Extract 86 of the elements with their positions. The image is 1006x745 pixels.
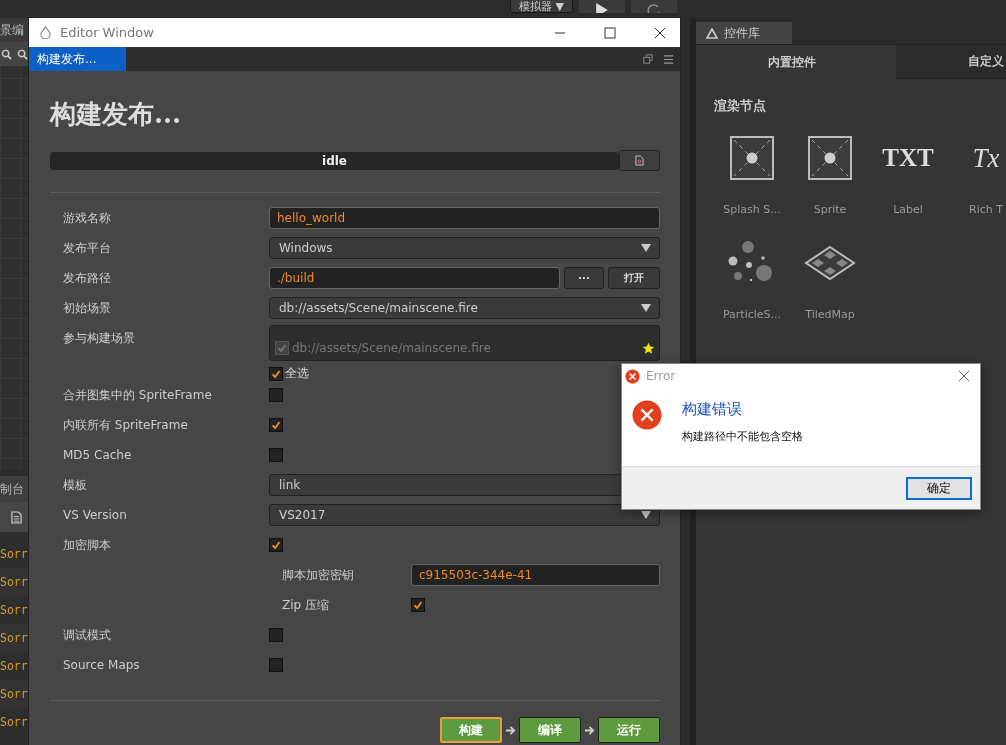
checkbox[interactable] [269, 628, 283, 642]
field-label: 加密脚本 [63, 537, 112, 554]
maximize-icon[interactable] [604, 26, 616, 39]
droplet-icon [39, 26, 52, 39]
field-label: Zip 压缩 [282, 597, 330, 614]
node-label: Splash S... [723, 203, 781, 216]
caret-icon[interactable] [641, 244, 651, 252]
tilemap-icon[interactable] [804, 245, 856, 281]
log-line: Sorr [0, 687, 28, 701]
close-icon[interactable] [654, 26, 666, 39]
log-button[interactable] [619, 150, 660, 171]
field-label: 合并图集中的 SpriteFrame [63, 387, 213, 404]
checkbox[interactable] [275, 341, 289, 355]
zoom-icon[interactable] [1, 48, 12, 60]
checkbox[interactable] [269, 448, 283, 462]
dropdown[interactable]: Windows [269, 237, 660, 259]
dialog-title: Error [646, 369, 676, 383]
sprite-icon[interactable] [730, 136, 774, 180]
simulator-dropdown[interactable]: 模拟器 ▼ [510, 0, 573, 13]
text-field[interactable]: hello_world [269, 207, 660, 229]
checkbox[interactable] [269, 658, 283, 672]
text-field[interactable]: c915503c-344e-41 [411, 564, 660, 586]
node-label: ParticleS... [722, 308, 782, 321]
log-line: Sorr [0, 575, 28, 589]
checkbox[interactable] [269, 366, 283, 381]
close-icon[interactable] [958, 370, 970, 382]
log-line: Sorr [0, 603, 28, 617]
field-label: 初始场景 [63, 300, 112, 317]
log-line: Sorr [0, 547, 28, 561]
file-icon [635, 155, 644, 166]
field-label: 内联所有 SpriteFrame [63, 417, 189, 434]
window-title: Editor Window [60, 25, 154, 40]
error-icon [625, 368, 640, 384]
path-field[interactable]: ./build [269, 267, 560, 289]
field-label: 发布平台 [63, 240, 112, 257]
caret-icon[interactable] [641, 304, 651, 312]
field-label: 调试模式 [63, 627, 112, 644]
dialog-message: 构建路径中不能包含空格 [682, 429, 803, 444]
status-bar: idle [50, 151, 619, 170]
window-tab[interactable]: 构建发布... [29, 47, 126, 71]
menu-icon[interactable] [663, 53, 674, 65]
panel-title: 景编 [0, 21, 24, 39]
field-label: VS Version [63, 507, 128, 524]
section-title: 渲染节点 [714, 97, 767, 115]
field-label: 模板 [63, 477, 88, 494]
dropdown[interactable]: VS2017 [269, 504, 660, 526]
node-label: Rich T [969, 203, 1003, 216]
search-icon[interactable] [17, 48, 28, 60]
panel-tab[interactable]: 控件库 [696, 22, 792, 44]
text-icon[interactable]: TXT [882, 144, 934, 172]
field-label: 参与构建场景 [63, 330, 136, 347]
field-label: Source Maps [63, 657, 141, 674]
path-button[interactable]: 打开 [608, 267, 660, 289]
checkbox[interactable] [269, 418, 283, 432]
field-label: 发布路径 [63, 270, 112, 287]
checkbox[interactable] [269, 538, 283, 552]
arrow-icon [584, 724, 595, 736]
refresh-icon[interactable] [646, 3, 661, 13]
ok-button[interactable]: 确定 [906, 476, 972, 500]
sprite-icon[interactable] [808, 136, 852, 180]
checkbox[interactable] [269, 388, 283, 402]
node-label: Sprite [813, 203, 847, 216]
node-label: Label [893, 203, 923, 216]
text-icon[interactable]: Tx [972, 142, 1000, 174]
field-label: 脚本加密密钥 [282, 567, 355, 584]
page-heading: 构建发布... [50, 98, 183, 131]
error-icon [632, 400, 662, 430]
log-line: Sorr [0, 715, 28, 729]
select-all-label: 全选 [285, 365, 309, 382]
play-icon[interactable] [594, 3, 609, 13]
checkbox[interactable] [411, 598, 425, 612]
triangle-icon [706, 27, 718, 39]
field-label: MD5 Cache [63, 447, 133, 464]
popout-icon[interactable] [643, 54, 653, 64]
star-icon[interactable] [642, 341, 655, 355]
dropdown[interactable]: db://assets/Scene/mainscene.fire [269, 297, 660, 319]
node-label: TiledMap [805, 308, 855, 321]
arrow-icon [505, 724, 516, 736]
log-line: Sorr [0, 659, 28, 673]
document-icon[interactable] [11, 510, 22, 524]
library-tab[interactable]: 自定义 [896, 45, 1006, 79]
path-button[interactable]: ··· [564, 267, 604, 289]
panel-title: 制台 [0, 480, 24, 498]
dialog-heading: 构建错误 [682, 400, 743, 419]
field-label: 游戏名称 [63, 210, 112, 227]
log-line: Sorr [0, 631, 28, 645]
